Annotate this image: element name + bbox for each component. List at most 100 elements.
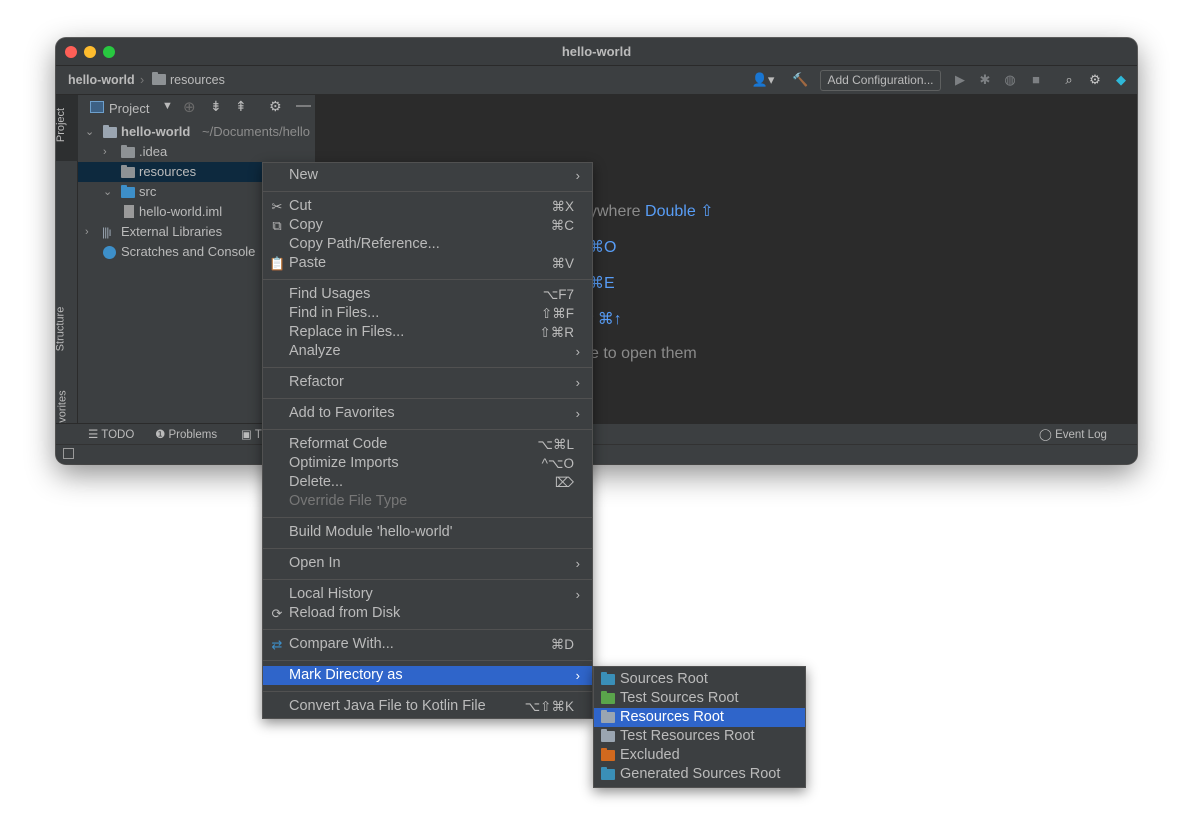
menu-item-compare-with[interactable]: ⇄ Compare With... ⌘D <box>263 635 592 654</box>
tree-ext-libs-label: External Libraries <box>121 224 223 239</box>
code-with-me-icon[interactable]: ◆ <box>1113 72 1129 88</box>
menu-item-replace-in-files[interactable]: Replace in Files... ⇧⌘R <box>263 323 592 342</box>
settings-gear-icon[interactable]: ⚙ <box>1087 72 1103 88</box>
hint-search-key: Double ⇧ <box>645 203 714 220</box>
menu-item-paste[interactable]: 📋 Paste ⌘V <box>263 254 592 273</box>
menu-item-convert-to-kotlin[interactable]: Convert Java File to Kotlin File ⌥⇧⌘K <box>263 697 592 716</box>
generated-sources-folder-icon <box>601 767 615 780</box>
menu-item-mark-directory-as[interactable]: Mark Directory as › <box>263 666 592 685</box>
menu-item-find-in-files[interactable]: Find in Files... ⇧⌘F <box>263 304 592 323</box>
problems-icon: ❶ <box>155 429 169 441</box>
compare-icon: ⇄ <box>271 637 283 652</box>
submenu-arrow-icon: › <box>575 168 580 183</box>
breadcrumb-folder[interactable]: resources <box>152 72 225 87</box>
event-log-tab[interactable]: ◯ Event Log <box>1039 427 1107 441</box>
terminal-label: T <box>254 429 262 441</box>
menu-shortcut: ⌥⌘L <box>537 437 574 452</box>
add-configuration-button[interactable]: Add Configuration... <box>820 70 941 91</box>
submenu-item-test-sources-root[interactable]: Test Sources Root <box>594 689 805 708</box>
expand-all-icon[interactable]: ⇟ <box>210 98 222 115</box>
window-title: hello-world <box>561 44 632 59</box>
submenu-item-excluded[interactable]: Excluded <box>594 746 805 765</box>
menu-separator <box>263 429 592 430</box>
tree-item-idea[interactable]: › .idea <box>78 142 316 162</box>
tree-item-root[interactable]: ⌄ hello-world ~/Documents/hello <box>78 122 316 142</box>
menu-item-local-history[interactable]: Local History › <box>263 585 592 604</box>
collapse-arrow-icon[interactable]: › <box>103 142 107 162</box>
coverage-icon[interactable]: ◍ <box>1002 72 1018 88</box>
menu-item-build-module[interactable]: Build Module 'hello-world' <box>263 523 592 542</box>
submenu-item-resources-root[interactable]: Resources Root <box>594 708 805 727</box>
submenu-item-sources-root[interactable]: Sources Root <box>594 670 805 689</box>
todo-tab[interactable]: ☰ TODO <box>88 427 134 441</box>
menu-separator <box>263 548 592 549</box>
panel-settings-icon[interactable]: ⚙ <box>269 98 282 115</box>
tool-windows-toggle-icon[interactable] <box>63 448 74 459</box>
menu-item-open-in[interactable]: Open In › <box>263 554 592 573</box>
build-hammer-icon[interactable]: 🔨 <box>792 72 808 88</box>
tree-src-label: src <box>139 184 157 199</box>
menu-shortcut: ⌘X <box>551 199 574 214</box>
menu-item-add-to-favorites[interactable]: Add to Favorites › <box>263 404 592 423</box>
hide-panel-icon[interactable]: — <box>296 97 311 114</box>
menu-label: Cut <box>289 198 312 214</box>
expand-arrow-icon[interactable]: ⌄ <box>103 182 112 202</box>
ide-window: hello-world hello-world › resources 👤▾ 🔨… <box>56 38 1137 464</box>
run-icon[interactable]: ▶ <box>952 72 968 88</box>
menu-separator <box>263 629 592 630</box>
menu-item-optimize-imports[interactable]: Optimize Imports ^⌥O <box>263 454 592 473</box>
tree-resources-label: resources <box>139 164 197 179</box>
submenu-label: Test Resources Root <box>620 728 755 744</box>
menu-item-copy-path[interactable]: Copy Path/Reference... <box>263 235 592 254</box>
problems-label: Problems <box>168 429 218 441</box>
project-view-title[interactable]: Project <box>109 101 149 116</box>
tab-structure[interactable]: Structure <box>56 293 78 371</box>
menu-label: Override File Type <box>289 493 408 509</box>
resources-folder-icon <box>601 710 615 723</box>
menu-item-analyze[interactable]: Analyze › <box>263 342 592 361</box>
menu-label: Mark Directory as <box>289 667 403 683</box>
menu-item-reload-from-disk[interactable]: ⟳ Reload from Disk <box>263 604 592 623</box>
menu-item-delete[interactable]: Delete... ⌦ <box>263 473 592 492</box>
debug-icon[interactable]: ✱ <box>977 72 993 88</box>
menu-item-reformat-code[interactable]: Reformat Code ⌥⌘L <box>263 435 592 454</box>
menu-separator <box>263 398 592 399</box>
menu-item-find-usages[interactable]: Find Usages ⌥F7 <box>263 285 592 304</box>
user-icon[interactable]: 👤▾ <box>750 72 776 88</box>
menu-label: Copy <box>289 217 323 233</box>
submenu-arrow-icon: › <box>575 587 580 602</box>
menu-label: Build Module 'hello-world' <box>289 524 453 540</box>
tab-structure-label: Structure <box>56 306 67 352</box>
module-folder-icon <box>103 125 117 138</box>
tab-project[interactable]: Project <box>56 95 78 161</box>
locate-file-icon[interactable]: ⊕ <box>183 98 196 116</box>
menu-shortcut: ⇧⌘F <box>540 306 574 321</box>
collapse-arrow-icon[interactable]: › <box>85 222 89 242</box>
breadcrumb-separator-icon: › <box>140 73 145 87</box>
submenu-item-test-resources-root[interactable]: Test Resources Root <box>594 727 805 746</box>
chevron-down-icon[interactable]: ▼ <box>162 100 173 112</box>
search-icon[interactable]: ⌕ <box>1061 72 1077 88</box>
menu-item-copy[interactable]: ⧉ Copy ⌘C <box>263 216 592 235</box>
stop-icon[interactable]: ■ <box>1028 72 1044 88</box>
expand-arrow-icon[interactable]: ⌄ <box>85 122 94 142</box>
collapse-all-icon[interactable]: ⇞ <box>235 98 247 115</box>
todo-label: TODO <box>101 429 135 441</box>
project-view-icon <box>90 101 104 113</box>
terminal-tab[interactable]: ▣ T <box>241 427 262 441</box>
problems-tab[interactable]: ❶ Problems <box>155 427 217 441</box>
submenu-item-generated-sources-root[interactable]: Generated Sources Root <box>594 765 805 784</box>
title-bar: hello-world <box>56 38 1137 66</box>
menu-shortcut: ⌘V <box>551 256 574 271</box>
submenu-label: Excluded <box>620 747 680 763</box>
menu-item-refactor[interactable]: Refactor › <box>263 373 592 392</box>
menu-separator <box>263 579 592 580</box>
menu-item-cut[interactable]: ✂ Cut ⌘X <box>263 197 592 216</box>
hint-search-text: ywhere <box>589 203 641 220</box>
folder-icon <box>121 145 135 158</box>
excluded-folder-icon <box>601 748 615 761</box>
breadcrumb-project[interactable]: hello-world <box>68 73 135 87</box>
hint-drop-files-text: e to open them <box>590 345 697 362</box>
menu-separator <box>263 279 592 280</box>
menu-item-new[interactable]: New › <box>263 166 592 185</box>
